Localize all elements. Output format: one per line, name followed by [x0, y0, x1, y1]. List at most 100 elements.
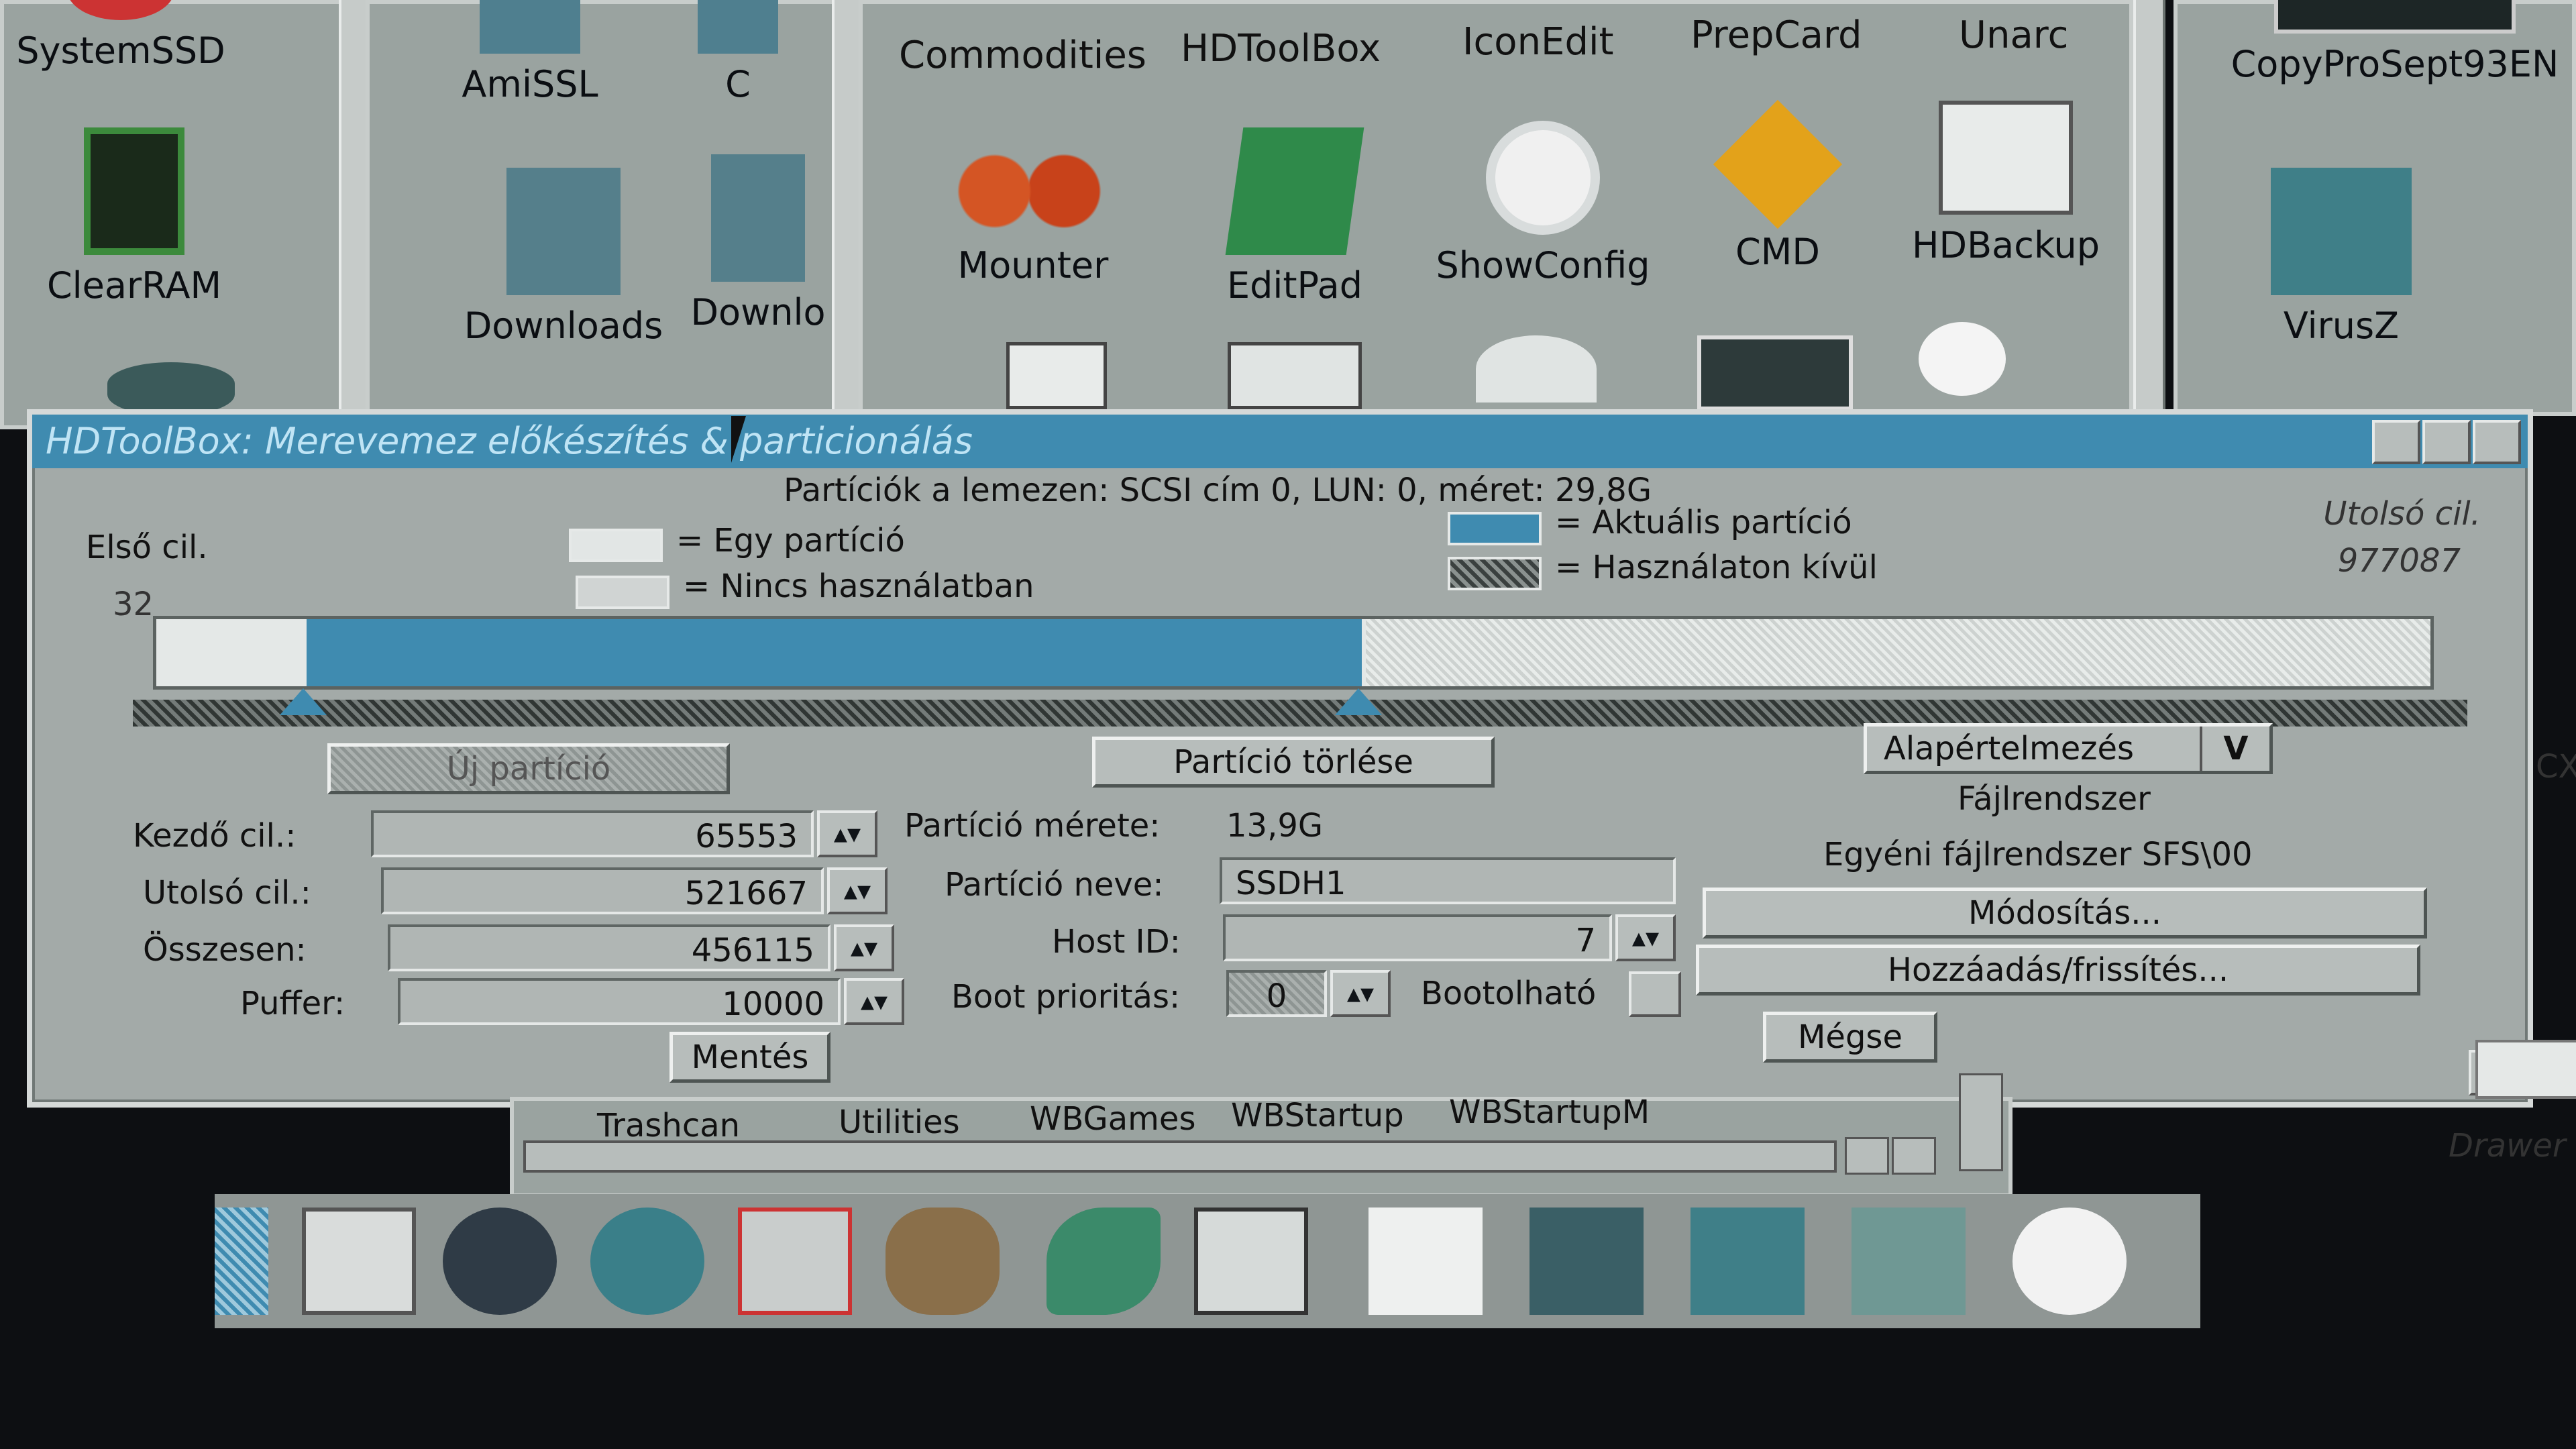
- legend-swatch-unused: [576, 576, 669, 609]
- bottom-window-label-wbstartup[interactable]: WBStartup: [1231, 1097, 1404, 1134]
- host-id-stepper[interactable]: ▴▾: [1615, 914, 1676, 961]
- legend-swatch-out-of-use: [1448, 557, 1542, 590]
- snoopy-icon[interactable]: [1919, 322, 2006, 396]
- legend-swatch-one-partition: [569, 529, 663, 562]
- globe-b-icon[interactable]: [590, 1208, 704, 1315]
- box-icon[interactable]: [1851, 1208, 1966, 1315]
- save-button[interactable]: Mentés: [669, 1032, 830, 1083]
- depth-button[interactable]: [2473, 420, 2521, 464]
- right-edge-label-drawer[interactable]: Drawer: [2449, 1127, 2566, 1165]
- new-partition-button[interactable]: Új partíció: [327, 743, 730, 794]
- snoopy-icon[interactable]: [2012, 1208, 2127, 1315]
- trashcan-icon[interactable]: [107, 362, 235, 416]
- tool-hdbackup[interactable]: HDBackup: [1878, 101, 2133, 266]
- unused-segment[interactable]: [1365, 619, 2430, 686]
- total-field[interactable]: 456115: [388, 924, 830, 971]
- tool-label-prepcard[interactable]: PrepCard: [1690, 13, 1862, 57]
- host-id-field[interactable]: 7: [1223, 914, 1612, 961]
- window-border: [2133, 0, 2165, 416]
- drawer-icon: [698, 0, 778, 54]
- delete-partition-button[interactable]: Partíció törlése: [1092, 737, 1495, 788]
- tool-label-hdtoolbox[interactable]: HDToolBox: [1181, 27, 1381, 70]
- end-cyl-stepper[interactable]: ▴▾: [827, 867, 888, 914]
- dock-scroll-strip[interactable]: [215, 1208, 268, 1315]
- right-edge-label-cx[interactable]: CX: [2536, 748, 2576, 786]
- scroll-right-arrow-icon[interactable]: [1892, 1137, 1936, 1175]
- iconify-button[interactable]: [2372, 420, 2420, 464]
- tool-showconfig[interactable]: ShowConfig: [1415, 121, 1670, 286]
- horizontal-scrollbar[interactable]: [523, 1140, 1837, 1173]
- monitor-icon[interactable]: [1228, 342, 1362, 409]
- partition-start-marker[interactable]: [279, 688, 327, 715]
- zoom-button[interactable]: [2422, 420, 2471, 464]
- backup-icon: [1939, 101, 2073, 215]
- drawer-icon[interactable]: [2475, 1040, 2576, 1099]
- tool-label-commodities[interactable]: Commodities: [899, 34, 1146, 77]
- edit-pencil-icon[interactable]: [1368, 1208, 1483, 1315]
- legend-current: = Aktuális partíció: [1555, 504, 1852, 541]
- cancel-button[interactable]: Mégse: [1763, 1012, 1937, 1063]
- notepad-icon: [1225, 127, 1364, 255]
- boot-priority-stepper[interactable]: ▴▾: [1330, 970, 1391, 1017]
- floppy-brush-icon[interactable]: [1690, 1208, 1805, 1315]
- partition-name-field[interactable]: SSDH1: [1220, 857, 1676, 904]
- bottom-window-label-wbstartupm[interactable]: WBStartupM: [1449, 1093, 1650, 1131]
- calendar-icon[interactable]: [302, 1208, 416, 1315]
- atc-icon[interactable]: [738, 1208, 852, 1315]
- start-cyl-field[interactable]: 65553: [371, 810, 814, 857]
- bootable-label: Bootolható: [1421, 975, 1597, 1012]
- desktop-icon-clearram[interactable]: ClearRAM: [13, 127, 255, 307]
- screen-icon[interactable]: [1697, 335, 1853, 411]
- bottom-window-label-wbgames[interactable]: WBGames: [1030, 1100, 1195, 1138]
- modify-button[interactable]: Módosítás...: [1703, 888, 2427, 938]
- bootable-checkbox[interactable]: [1629, 971, 1681, 1017]
- tool-cmd[interactable]: CMD: [1657, 99, 1898, 273]
- shell-icon[interactable]: [1194, 1208, 1308, 1315]
- desktop-icon-systemssd[interactable]: SystemSSD: [0, 0, 241, 72]
- font-icon[interactable]: [1476, 335, 1597, 402]
- desktop-icon-downlo[interactable]: Downlo: [684, 154, 832, 333]
- title-bar[interactable]: HDToolBox: Merevemez előkészítés & parti…: [32, 415, 2528, 468]
- desktop-icon-c[interactable]: C: [671, 0, 805, 105]
- filesystem-default-select[interactable]: Alapértelmezés V: [1864, 723, 2273, 774]
- floppy-brush-icon: [2271, 168, 2412, 295]
- scroll-left-arrow-icon[interactable]: [1845, 1137, 1889, 1175]
- buffer-field[interactable]: 10000: [398, 978, 841, 1025]
- cat-icon[interactable]: [443, 1208, 557, 1315]
- desktop-icon-amissl[interactable]: AmiSSL: [409, 0, 651, 105]
- tool-label-iconedit[interactable]: IconEdit: [1462, 20, 1614, 64]
- legend-swatch-current: [1448, 512, 1542, 545]
- calculator-icon[interactable]: [1006, 342, 1107, 409]
- end-cyl-field[interactable]: 521667: [381, 867, 824, 914]
- desktop-icon-copypro[interactable]: CopyProSept93EN: [2207, 0, 2576, 85]
- start-cyl-stepper[interactable]: ▴▾: [817, 810, 877, 857]
- total-stepper[interactable]: ▴▾: [834, 924, 894, 971]
- bottom-window-label-utilities[interactable]: Utilities: [839, 1104, 960, 1141]
- tool-label-unarc[interactable]: Unarc: [1959, 13, 2068, 57]
- disk-monitor-icon[interactable]: [885, 1208, 1000, 1315]
- tool-editpad[interactable]: EditPad: [1174, 127, 1415, 307]
- chevron-down-icon: V: [2200, 727, 2269, 771]
- key-icon[interactable]: [1046, 1208, 1161, 1315]
- buffer-label: Puffer:: [240, 985, 345, 1022]
- filesystem-value: Egyéni fájlrendszer SFS\00: [1823, 836, 2253, 873]
- add-update-button[interactable]: Hozzáadás/frissítés...: [1696, 945, 2420, 996]
- cylinder-scale: [133, 700, 2467, 727]
- tool-mounter[interactable]: Mounter: [912, 148, 1154, 286]
- start-cyl-label: Kezdő cil.:: [133, 817, 297, 855]
- last-cyl-value: 977087: [2337, 542, 2461, 580]
- boot-priority-field[interactable]: 0: [1226, 970, 1327, 1017]
- hdtoolbox-window: HDToolBox: Merevemez előkészítés & parti…: [27, 409, 2533, 1108]
- desktop-icon-virusz[interactable]: VirusZ: [2220, 168, 2462, 347]
- safeback-icon[interactable]: [1529, 1208, 1644, 1315]
- mouse-pointer-icon: [731, 416, 746, 463]
- partition-bar[interactable]: [153, 616, 2434, 690]
- bottom-window-label-trashcan[interactable]: Trashcan: [597, 1107, 740, 1144]
- buffer-stepper[interactable]: ▴▾: [844, 978, 904, 1025]
- sign-icon: [1713, 99, 1843, 229]
- vertical-scrollbar[interactable]: [1959, 1073, 2003, 1171]
- partition-end-marker[interactable]: [1334, 688, 1382, 715]
- current-partition-segment[interactable]: [306, 619, 1362, 686]
- gears-icon: [956, 148, 1110, 235]
- desktop-icon-downloads[interactable]: Downloads: [443, 168, 684, 347]
